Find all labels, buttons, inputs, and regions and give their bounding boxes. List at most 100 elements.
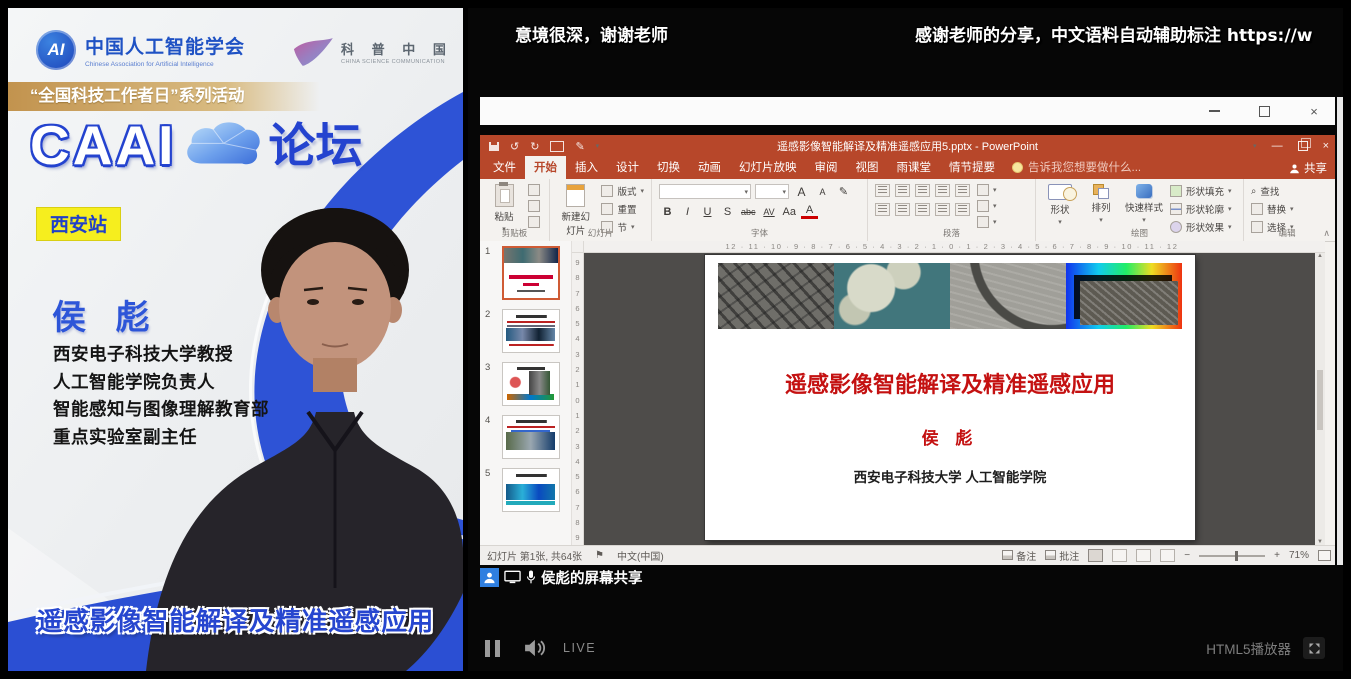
strikethrough-button[interactable]: abc [739,207,758,217]
paste-button[interactable]: 粘贴 ▾ [487,184,521,233]
align-text-button[interactable]: ▾ [977,200,997,212]
scrollbar-thumb[interactable] [1317,370,1323,430]
clear-format-button[interactable]: ✎ [835,185,852,198]
replace-button[interactable]: 替换▾ [1251,202,1294,216]
zoom-slider-thumb[interactable] [1235,551,1238,561]
comments-button[interactable]: 批注 [1045,548,1079,563]
slideshow-view-button[interactable] [1160,549,1175,562]
undo-icon[interactable]: ↺ [510,140,519,153]
tab-insert[interactable]: 插入 [566,156,607,179]
qat-dropdown-icon[interactable]: ▾ [596,142,600,150]
vertical-scrollbar[interactable]: ▲ ▼ [1315,253,1325,545]
text-direction-button[interactable]: ▾ [977,184,997,196]
window-close-button[interactable]: × [1301,102,1327,120]
zoom-percentage[interactable]: 71% [1289,550,1309,561]
slide-sorter-view-button[interactable] [1112,549,1127,562]
ruler-corner [572,241,584,253]
text-shadow-button[interactable]: S [719,206,736,218]
notes-button[interactable]: 备注 [1002,548,1036,563]
share-button[interactable]: 共享 [1289,160,1327,176]
tab-file[interactable]: 文件 [484,156,525,179]
character-spacing-button[interactable]: AV [761,207,778,217]
font-name-input[interactable]: ▾ [659,184,751,199]
slide-title-text[interactable]: 遥感影像智能解译及精准遥感应用 [705,367,1195,399]
fit-slide-button[interactable] [1318,550,1331,561]
align-left-button[interactable] [875,203,890,216]
align-right-button[interactable] [915,203,930,216]
language-indicator[interactable]: 中文(中国) [617,548,664,563]
zoom-in-button[interactable]: + [1274,550,1280,561]
slide-author-text[interactable]: 侯 彪 [705,424,1195,449]
numbering-button[interactable] [895,184,910,197]
layout-button[interactable]: 版式▾ [601,184,644,198]
quick-styles-button[interactable]: 快速样式 ▾ [1125,184,1163,224]
change-case-button[interactable]: Aa [781,206,798,218]
proofing-flag-icon[interactable]: ⚑ [595,550,604,561]
drawing-group: 形状 ▾ 排列 ▾ 快速样式 ▾ 形状填充▾ 形状轮廓▾ 形状效果▾ [1036,179,1244,241]
slide-thumbnail-3[interactable] [502,362,560,406]
slide-thumbnail-4[interactable] [502,415,560,459]
fullscreen-button[interactable] [1303,637,1325,659]
align-center-button[interactable] [895,203,910,216]
ppt-restore-button[interactable] [1298,141,1308,151]
tab-review[interactable]: 审阅 [806,156,847,179]
shapes-button[interactable]: 形状 ▾ [1043,184,1077,226]
line-spacing-button[interactable] [955,184,970,197]
tab-home[interactable]: 开始 [525,156,566,179]
tab-animations[interactable]: 动画 [689,156,730,179]
ppt-minimize-button[interactable]: — [1272,140,1283,152]
hyperspectral-cube-image [1066,263,1182,329]
save-icon[interactable] [489,142,499,151]
collapse-ribbon-button[interactable]: ∧ [1323,228,1330,239]
tell-me-box[interactable]: 告诉我您想要做什么... [1012,159,1141,179]
tab-view[interactable]: 视图 [847,156,888,179]
pause-button[interactable] [485,640,500,657]
zoom-out-button[interactable]: − [1184,550,1190,561]
justify-button[interactable] [935,203,950,216]
window-minimize-button[interactable] [1201,102,1227,120]
find-icon: ⌕ [1251,186,1256,197]
font-color-button[interactable]: A [801,204,818,219]
bullets-button[interactable] [875,184,890,197]
slide-thumbnail-2[interactable] [502,309,560,353]
tab-storyboarding[interactable]: 情节提要 [940,156,1004,179]
pen-icon[interactable]: ✎ [575,140,584,153]
ribbon-display-options-icon[interactable]: ▾ [1253,142,1257,150]
slide-canvas[interactable]: 遥感影像智能解译及精准遥感应用 侯 彪 西安电子科技大学 人工智能学院 [705,255,1195,540]
redo-icon[interactable]: ↻ [530,140,539,153]
font-size-input[interactable]: ▾ [755,184,789,199]
decrease-indent-button[interactable] [915,184,930,197]
tab-slideshow[interactable]: 幻灯片放映 [730,156,806,179]
ppt-close-button[interactable]: × [1323,140,1329,152]
italic-button[interactable]: I [679,206,696,218]
reset-button[interactable]: 重置 [601,202,644,216]
talk-title: 遥感影像智能解译及精准遥感应用 [8,601,463,638]
arrange-button[interactable]: 排列 ▾ [1084,184,1118,224]
grow-font-button[interactable]: A [793,185,810,199]
bold-button[interactable]: B [659,206,676,218]
screen-share-bar: 侯彪的屏幕共享 [480,565,643,589]
tab-rain-classroom[interactable]: 雨课堂 [888,156,941,179]
zoom-slider[interactable] [1199,555,1265,557]
underline-button[interactable]: U [699,206,716,218]
window-maximize-button[interactable] [1251,102,1277,120]
slideshow-icon[interactable] [550,141,564,152]
columns-button[interactable] [955,203,970,216]
normal-view-button[interactable] [1088,549,1103,562]
slide-thumbnail-1[interactable] [502,246,560,300]
slide-thumbnail-5[interactable] [502,468,560,512]
increase-indent-button[interactable] [935,184,950,197]
fullscreen-icon [1307,641,1322,656]
slide-affiliation-text[interactable]: 西安电子科技大学 人工智能学院 [705,466,1195,486]
find-button[interactable]: ⌕查找 [1251,184,1294,198]
tab-transitions[interactable]: 切换 [648,156,689,179]
shape-outline-button[interactable]: 形状轮廓▾ [1170,202,1232,216]
scroll-up-icon[interactable]: ▲ [1317,253,1323,259]
tab-design[interactable]: 设计 [607,156,648,179]
reading-view-button[interactable] [1136,549,1151,562]
shrink-font-button[interactable]: A [814,187,831,197]
copy-button[interactable] [528,200,540,212]
shape-fill-button[interactable]: 形状填充▾ [1170,184,1232,198]
volume-button[interactable] [524,639,548,657]
cut-button[interactable] [528,184,540,196]
